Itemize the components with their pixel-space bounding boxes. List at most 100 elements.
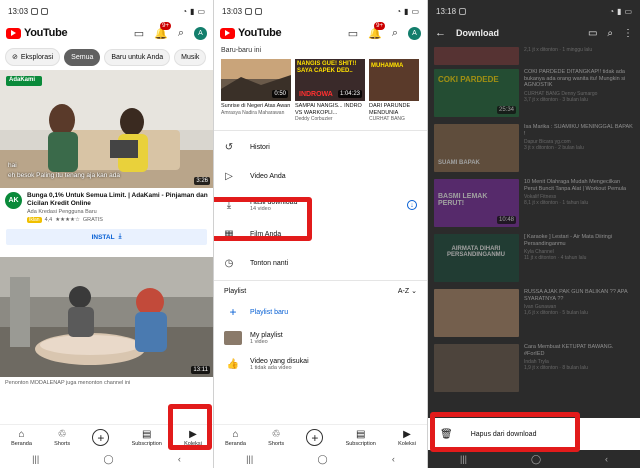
nav-create[interactable]: +: [92, 429, 110, 446]
ad-info[interactable]: AK Bunga 0,1% Untuk Semua Limit. | AdaKa…: [0, 188, 213, 227]
chip-music[interactable]: Musik: [174, 48, 207, 66]
avatar[interactable]: A: [194, 26, 207, 40]
app-name: YouTube: [238, 27, 282, 39]
ad-subtitle-1: hai: [8, 162, 17, 169]
menu-watch-later[interactable]: ◷ Tonton nanti: [214, 249, 427, 278]
notification-badge: 9+: [374, 21, 385, 30]
back-icon[interactable]: ‹: [178, 454, 181, 464]
nav-home[interactable]: ⌂ Beranda: [11, 429, 32, 447]
download-item[interactable]: Cara Membuat KETUPAT BAWANG. #ForIED Ind…: [428, 341, 640, 396]
back-icon[interactable]: ‹: [392, 454, 395, 464]
search-icon[interactable]: ⌕: [392, 27, 398, 40]
highlight-library-tab: [168, 404, 212, 450]
playlist-item[interactable]: My playlist 1 video: [214, 325, 427, 351]
cast-icon[interactable]: ▭: [588, 28, 597, 39]
back-icon[interactable]: ‹: [605, 454, 608, 464]
item-title: Cara Membuat KETUPAT BAWANG. #ForIED: [524, 344, 614, 357]
sort-dropdown[interactable]: A-Z ⌄: [398, 287, 417, 295]
home-button-icon[interactable]: ◯: [103, 454, 113, 465]
status-time: 13:03: [8, 6, 29, 16]
search-icon[interactable]: ⌕: [178, 27, 184, 40]
clock-icon: ◷: [224, 258, 234, 269]
recents-icon[interactable]: |||: [32, 454, 39, 464]
download-thumbnail: [434, 289, 519, 337]
recents-icon[interactable]: |||: [246, 454, 253, 464]
recent-thumbnail: MUHAMMA: [369, 59, 419, 101]
video-thumbnail[interactable]: 13:11: [0, 257, 213, 377]
item-title: Isa Marika : SUAMIKU MENINGGAL BAPAK !: [524, 124, 633, 137]
bell-icon[interactable]: 🔔 9+: [154, 21, 171, 40]
video-duration: 25:34: [496, 106, 516, 114]
menu-your-videos[interactable]: ▷ Video Anda: [214, 162, 427, 191]
chip-new-for-you[interactable]: Baru untuk Anda: [104, 48, 171, 66]
download-item[interactable]: BASMI LEMAK PERUT! 10:48 10 Menit Olahra…: [428, 176, 640, 231]
filter-chips: ⊘ Eksplorasi Semua Baru untuk Anda Musik: [0, 44, 213, 70]
menu-history[interactable]: ↺ Histori: [214, 133, 427, 162]
status-time: 13:18: [436, 6, 457, 16]
thumb-overlay-text: COKI PARDEDE: [438, 75, 499, 84]
bottom-nav: ⌂ Beranda ♲ Shorts + ▤ Subscription ▶ Koleks…: [214, 424, 427, 450]
ad-app-logo: AK: [5, 192, 22, 209]
video-duration: 13:11: [191, 366, 210, 374]
download-item[interactable]: COKI PARDEDE 25:34 COKI PARDEDE DITANGKA…: [428, 66, 640, 121]
youtube-logo[interactable]: YouTube: [6, 27, 68, 39]
bell-icon[interactable]: 🔔 9+: [368, 21, 385, 40]
ad-video-thumbnail[interactable]: AdaKami hai eh besok Paling itu tenang a…: [0, 70, 213, 188]
recent-video[interactable]: MUHAMMA DARI PARUNDE MENDUNIA CURHAT BAN…: [369, 59, 419, 122]
plus-icon: +: [229, 305, 237, 319]
recommendation-caption: Penonton MODALENAP juga menonton channel…: [5, 380, 131, 386]
download-item[interactable]: 2,1 jt x ditonton · 1 minggu lalu: [428, 44, 640, 66]
item-stats: 8,1 jt x ditonton · 1 tahun lalu: [524, 200, 589, 206]
nav-shorts[interactable]: ♲ Shorts: [268, 429, 284, 447]
thumb-overlay-text: NANGIS GUE! SHIT!! SAYA CAPEK DED..: [297, 61, 357, 74]
new-playlist-button[interactable]: + Playlist baru: [214, 299, 427, 325]
cast-icon[interactable]: ▭: [348, 27, 358, 40]
item-stats: 3 jt x ditonton · 2 bulan lalu: [524, 145, 584, 151]
search-icon[interactable]: ⌕: [607, 28, 613, 39]
nav-library[interactable]: ▶ Koleksi: [398, 429, 416, 447]
recent-thumbnail: 0:50: [221, 59, 291, 101]
playlist-item[interactable]: 👍 Video yang disukai 1 tidak ada video: [214, 351, 427, 377]
system-nav-bar: ||| ◯ ‹: [214, 450, 427, 468]
thumbs-up-icon: 👍: [226, 358, 240, 370]
cast-icon[interactable]: ▭: [134, 27, 144, 40]
home-button-icon[interactable]: ◯: [317, 454, 327, 465]
nav-subscriptions[interactable]: ▤ Subscription: [346, 429, 376, 447]
home-button-icon[interactable]: ◯: [531, 454, 541, 465]
recent-video[interactable]: NANGIS GUE! SHIT!! SAYA CAPEK DED.. INDR…: [295, 59, 365, 122]
recent-video[interactable]: 0:50 Sunrise di Negeri Atas Awan Amrasya…: [221, 59, 291, 122]
signal-icon: ▮: [404, 6, 409, 16]
nav-home[interactable]: ⌂ Beranda: [225, 429, 246, 447]
video-duration: 0:50: [272, 90, 288, 98]
highlight-remove-download: [430, 412, 580, 452]
notification-icon: [41, 7, 49, 15]
thumb-overlay-text: AIRMATA DIHARI PERSANDINGANMU: [446, 246, 505, 258]
app-bar: YouTube ▭ 🔔 9+ ⌕ A: [214, 21, 427, 44]
notification-badge: 9+: [160, 21, 171, 30]
recent-title: Sunrise di Negeri Atas Awan: [221, 103, 291, 109]
nav-create[interactable]: +: [306, 429, 324, 446]
recent-channel: Amrasya Nadira Maharawan: [221, 109, 285, 116]
recents-icon[interactable]: |||: [460, 454, 467, 464]
item-stats: 3,7 jt x ditonton · 3 bulan lalu: [524, 96, 588, 103]
signal-icon: ▮: [190, 6, 195, 16]
avatar[interactable]: A: [408, 26, 421, 40]
nav-shorts[interactable]: ♲ Shorts: [54, 429, 70, 447]
chip-explore[interactable]: ⊘ Eksplorasi: [5, 48, 61, 66]
downloads-app-bar: ← Download ▭ ⌕ ⋮: [428, 22, 640, 44]
install-button[interactable]: INSTAL ⤓: [6, 229, 207, 245]
download-thumbnail: BASMI LEMAK PERUT! 10:48: [434, 179, 519, 227]
chevron-down-icon: ⌄: [411, 288, 417, 295]
back-arrow-icon[interactable]: ←: [435, 27, 446, 39]
wifi-icon: ◔: [182, 6, 188, 16]
chip-all[interactable]: Semua: [64, 48, 101, 66]
nav-subscriptions[interactable]: ▤ Subscription: [132, 429, 162, 447]
more-vert-icon[interactable]: ⋮: [623, 28, 633, 39]
download-item[interactable]: SUAMI BAPAK Isa Marika : SUAMIKU MENINGG…: [428, 121, 640, 176]
youtube-logo[interactable]: YouTube: [220, 27, 282, 39]
download-item[interactable]: RUSSA AJAK PAK GUN BALIKAN ?? APA SYARAT…: [428, 286, 640, 341]
playlist-header: Playlist A-Z ⌄: [214, 283, 427, 299]
playlist-thumbnail: [224, 331, 242, 345]
download-item[interactable]: AIRMATA DIHARI PERSANDINGANMU [ Karaoke …: [428, 231, 640, 286]
battery-icon: ▭: [624, 6, 632, 16]
